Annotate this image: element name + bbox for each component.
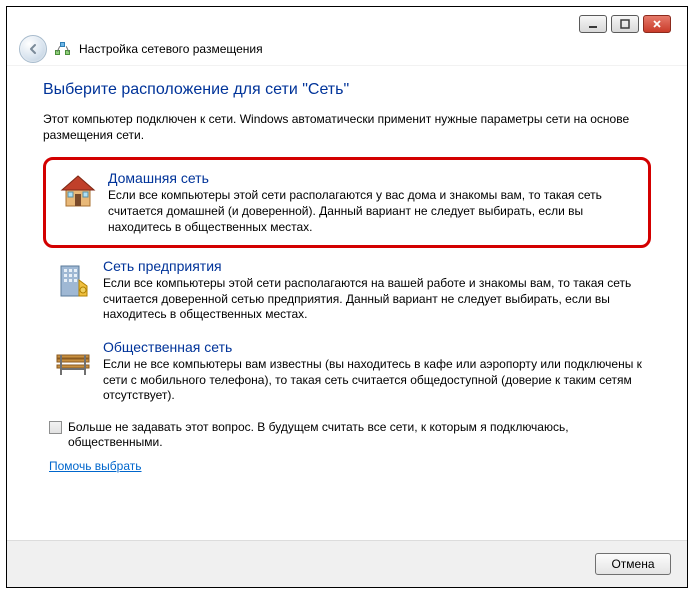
option-title: Общественная сеть <box>103 339 645 355</box>
back-button[interactable] <box>19 35 47 63</box>
maximize-button[interactable] <box>611 15 639 33</box>
option-title: Домашняя сеть <box>108 170 640 186</box>
window-frame: Настройка сетевого размещения Выберите р… <box>6 6 688 588</box>
wizard-header: Настройка сетевого размещения <box>19 35 263 63</box>
cancel-button[interactable]: Отмена <box>595 553 671 575</box>
network-location-icon <box>55 42 71 56</box>
header-divider <box>7 65 687 66</box>
option-desc: Если все компьютеры этой сети располагаю… <box>108 188 640 235</box>
option-public-network[interactable]: Общественная сеть Если не все компьютеры… <box>43 331 651 412</box>
help-choose-link[interactable]: Помочь выбрать <box>43 459 142 473</box>
page-heading: Выберите расположение для сети "Сеть" <box>43 81 651 99</box>
option-title: Сеть предприятия <box>103 258 645 274</box>
highlight-home-network: Домашняя сеть Если все компьютеры этой с… <box>43 157 651 248</box>
house-icon <box>58 172 98 215</box>
dont-ask-again-label[interactable]: Больше не задавать этот вопрос. В будуще… <box>68 420 651 451</box>
office-building-icon <box>53 260 93 303</box>
option-desc: Если все компьютеры этой сети располагаю… <box>103 276 645 323</box>
dont-ask-again-row: Больше не задавать этот вопрос. В будуще… <box>43 420 651 451</box>
option-home-network[interactable]: Домашняя сеть Если все компьютеры этой с… <box>48 162 646 243</box>
park-bench-icon <box>53 341 93 384</box>
window-controls <box>579 15 671 33</box>
intro-text: Этот компьютер подключен к сети. Windows… <box>43 111 651 143</box>
dont-ask-again-checkbox[interactable] <box>49 421 62 434</box>
footer-bar: Отмена <box>7 540 687 587</box>
window-title: Настройка сетевого размещения <box>79 42 263 56</box>
option-desc: Если не все компьютеры вам известны (вы … <box>103 357 645 404</box>
option-work-network[interactable]: Сеть предприятия Если все компьютеры это… <box>43 250 651 331</box>
minimize-button[interactable] <box>579 15 607 33</box>
close-button[interactable] <box>643 15 671 33</box>
content-area: Выберите расположение для сети "Сеть" Эт… <box>43 81 651 527</box>
